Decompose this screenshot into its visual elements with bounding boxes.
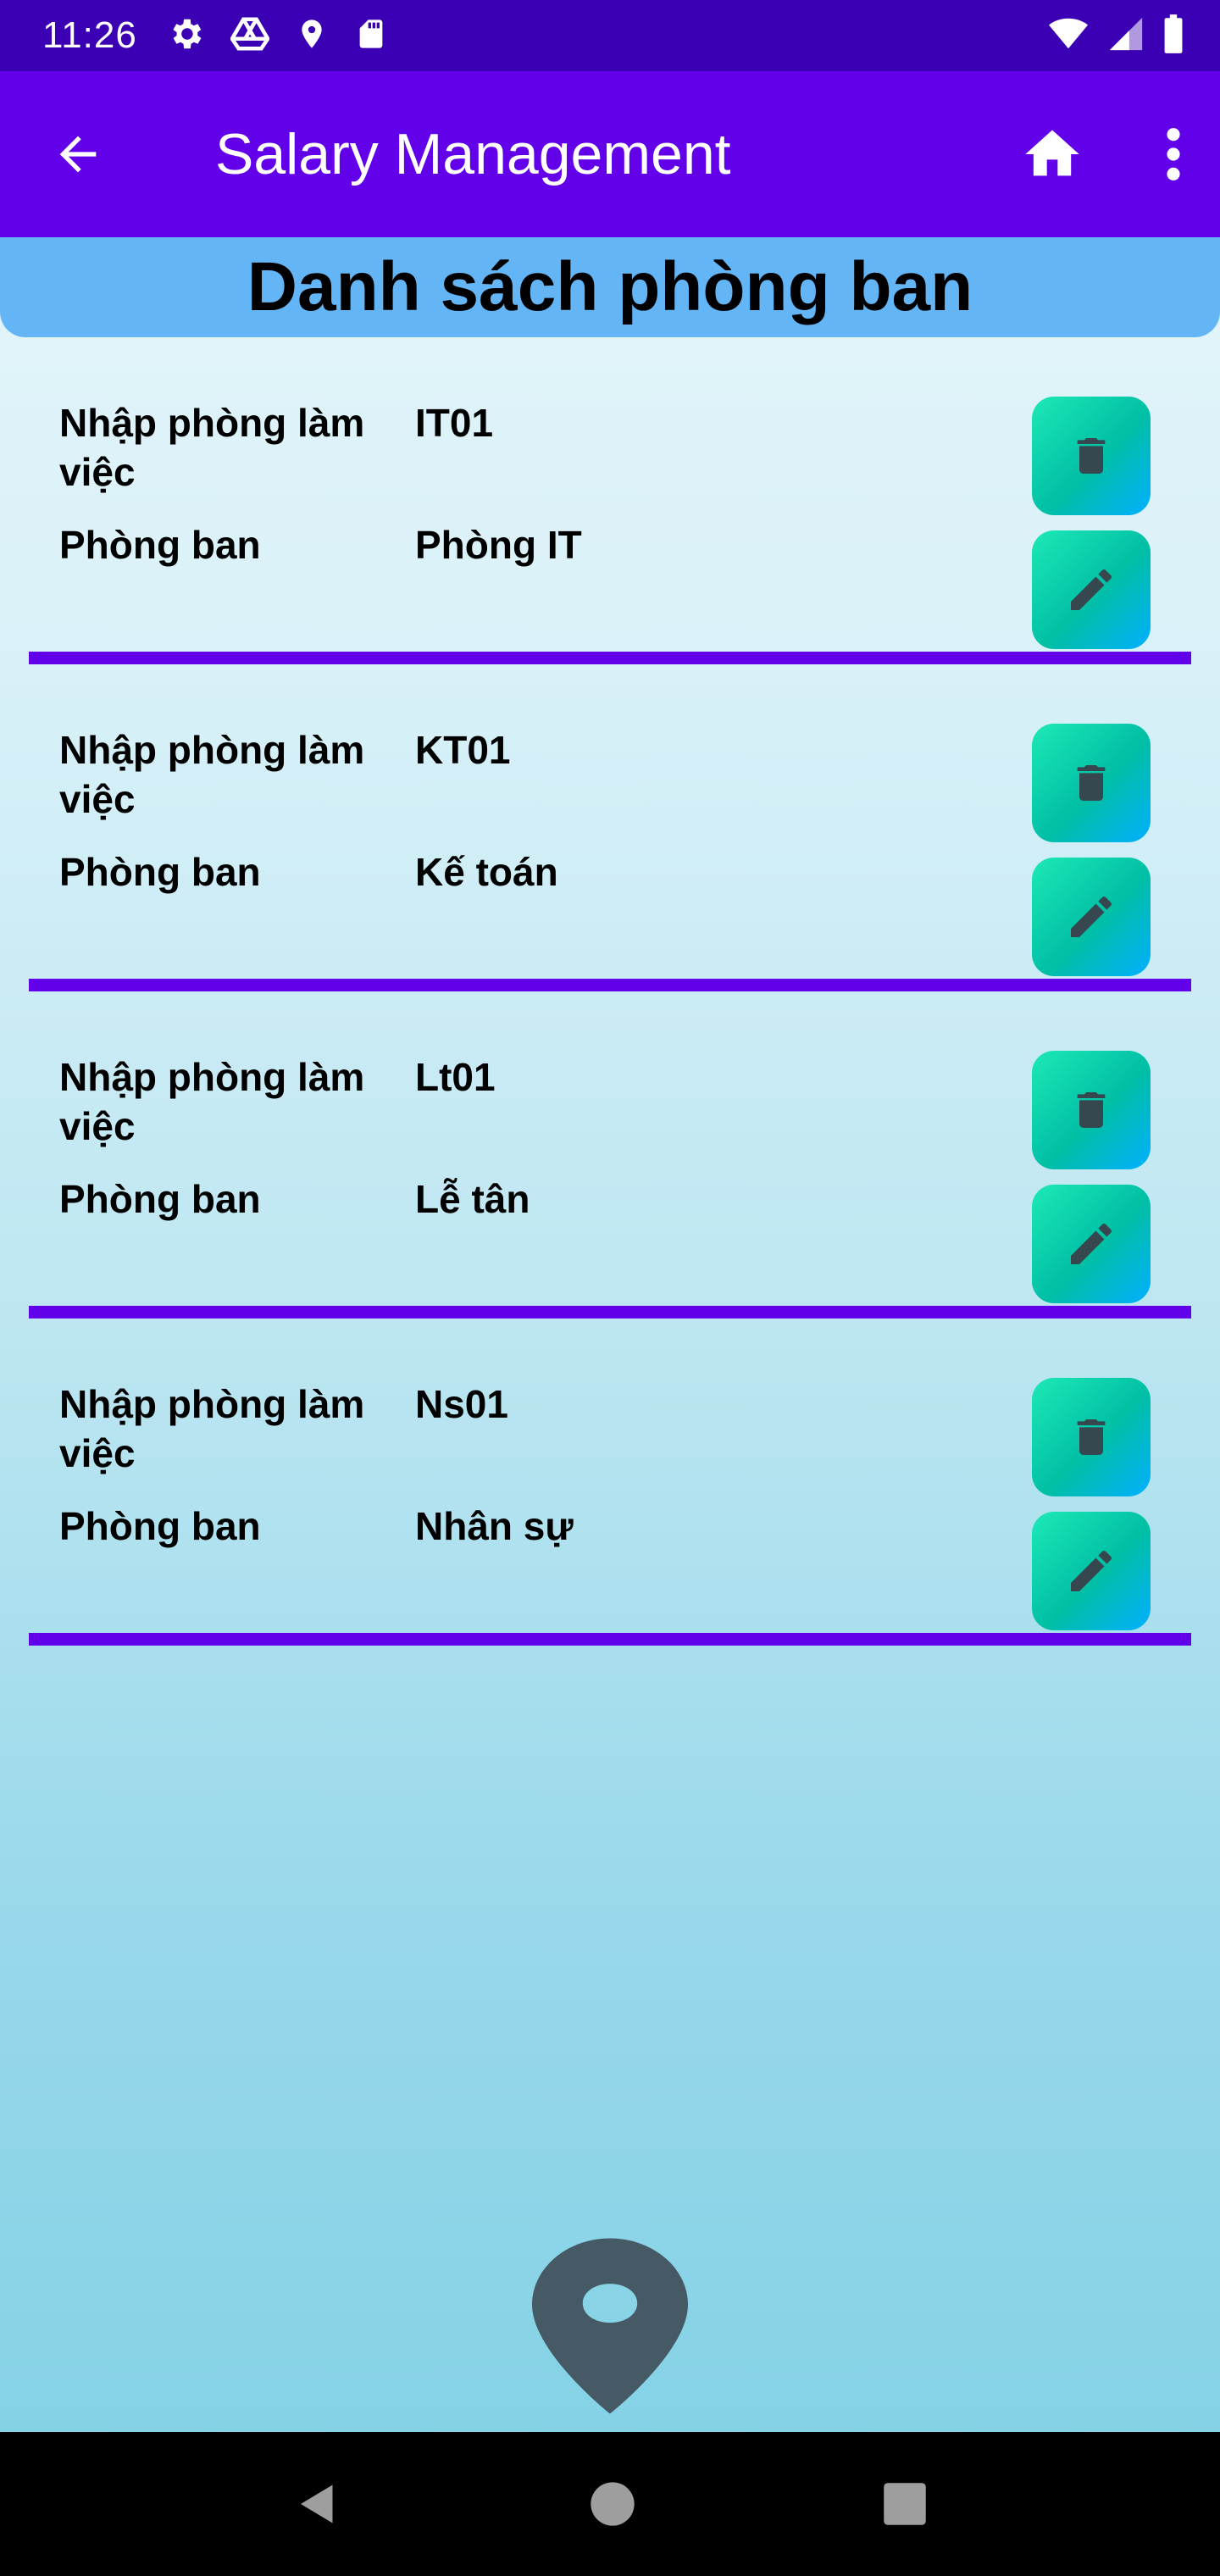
- list-item: Nhập phòng làm việc Lt01 Phòng ban Lễ tâ…: [0, 991, 1220, 1319]
- name-label: Phòng ban: [59, 1177, 261, 1221]
- code-value: Lt01: [415, 1055, 496, 1099]
- code-label: Nhập phòng làm việc: [59, 1382, 365, 1475]
- app-actions: [1020, 122, 1186, 186]
- home-button[interactable]: [1020, 122, 1084, 186]
- department-list: Nhập phòng làm việc IT01 Phòng ban Phòng…: [0, 337, 1220, 1646]
- pencil-icon: [1071, 896, 1112, 937]
- name-value: Phòng IT: [415, 523, 582, 567]
- location-button[interactable]: [532, 2237, 688, 2415]
- signal-icon: [1106, 14, 1145, 58]
- delete-button[interactable]: [1032, 1378, 1151, 1496]
- name-label: Phòng ban: [59, 523, 261, 567]
- nav-home-icon: [591, 2482, 635, 2526]
- trash-icon: [1077, 1419, 1106, 1455]
- code-value: Ns01: [415, 1382, 508, 1426]
- row-divider: [29, 1306, 1191, 1319]
- drive-icon: [230, 14, 270, 58]
- edit-button[interactable]: [1032, 1185, 1151, 1303]
- status-time: 11:26: [42, 14, 137, 56]
- location-icon: [295, 14, 329, 58]
- app-title: Salary Management: [215, 122, 731, 186]
- list-item: Nhập phòng làm việc Ns01 Phòng ban Nhân …: [0, 1319, 1220, 1646]
- status-icons-left: [166, 14, 388, 58]
- nav-recents-icon: [884, 2483, 926, 2525]
- row-divider: [29, 652, 1191, 664]
- back-button[interactable]: [51, 127, 105, 181]
- code-value: KT01: [415, 728, 511, 772]
- phone-screen: 11:26 Salary Management Danh sách phòng …: [0, 0, 1220, 2576]
- location-pin-icon: [532, 2238, 688, 2414]
- battery-icon: [1161, 13, 1186, 59]
- list-item: Nhập phòng làm việc IT01 Phòng ban Phòng…: [0, 337, 1220, 664]
- delete-button[interactable]: [1032, 1051, 1151, 1169]
- row-divider: [29, 1633, 1191, 1646]
- home-icon: [1025, 130, 1079, 176]
- status-bar: 11:26: [0, 0, 1220, 71]
- row-divider: [29, 979, 1191, 991]
- pencil-icon: [1071, 1550, 1112, 1591]
- trash-icon: [1077, 1092, 1106, 1128]
- sd-card-icon: [354, 14, 388, 58]
- arrow-back-icon: [59, 136, 97, 173]
- pencil-icon: [1071, 1223, 1112, 1264]
- nav-home-button[interactable]: [589, 2480, 636, 2528]
- name-value: Nhân sự: [415, 1504, 574, 1548]
- name-value: Lễ tân: [415, 1177, 530, 1221]
- delete-button[interactable]: [1032, 724, 1151, 842]
- settings-icon: [166, 14, 205, 58]
- name-value: Kế toán: [415, 850, 558, 894]
- code-label: Nhập phòng làm việc: [59, 401, 365, 494]
- delete-button[interactable]: [1032, 397, 1151, 515]
- list-heading: Danh sách phòng ban: [0, 237, 1220, 337]
- more-vert-icon: [1167, 128, 1180, 180]
- nav-recents-button[interactable]: [882, 2481, 928, 2527]
- trash-icon: [1077, 438, 1106, 474]
- system-nav-bar: [0, 2432, 1220, 2576]
- name-label: Phòng ban: [59, 850, 261, 894]
- app-bar: Salary Management: [0, 71, 1220, 237]
- list-item: Nhập phòng làm việc KT01 Phòng ban Kế to…: [0, 664, 1220, 991]
- more-options-button[interactable]: [1161, 125, 1186, 184]
- edit-button[interactable]: [1032, 1512, 1151, 1630]
- trash-icon: [1077, 765, 1106, 801]
- code-value: IT01: [415, 401, 494, 445]
- nav-back-button[interactable]: [292, 2479, 343, 2529]
- edit-button[interactable]: [1032, 858, 1151, 976]
- nav-back-icon: [301, 2484, 333, 2523]
- name-label: Phòng ban: [59, 1504, 261, 1548]
- status-icons-right: [1045, 13, 1186, 59]
- edit-button[interactable]: [1032, 530, 1151, 649]
- code-label: Nhập phòng làm việc: [59, 1055, 365, 1148]
- wifi-icon: [1045, 14, 1091, 58]
- code-label: Nhập phòng làm việc: [59, 728, 365, 821]
- pencil-icon: [1071, 569, 1112, 610]
